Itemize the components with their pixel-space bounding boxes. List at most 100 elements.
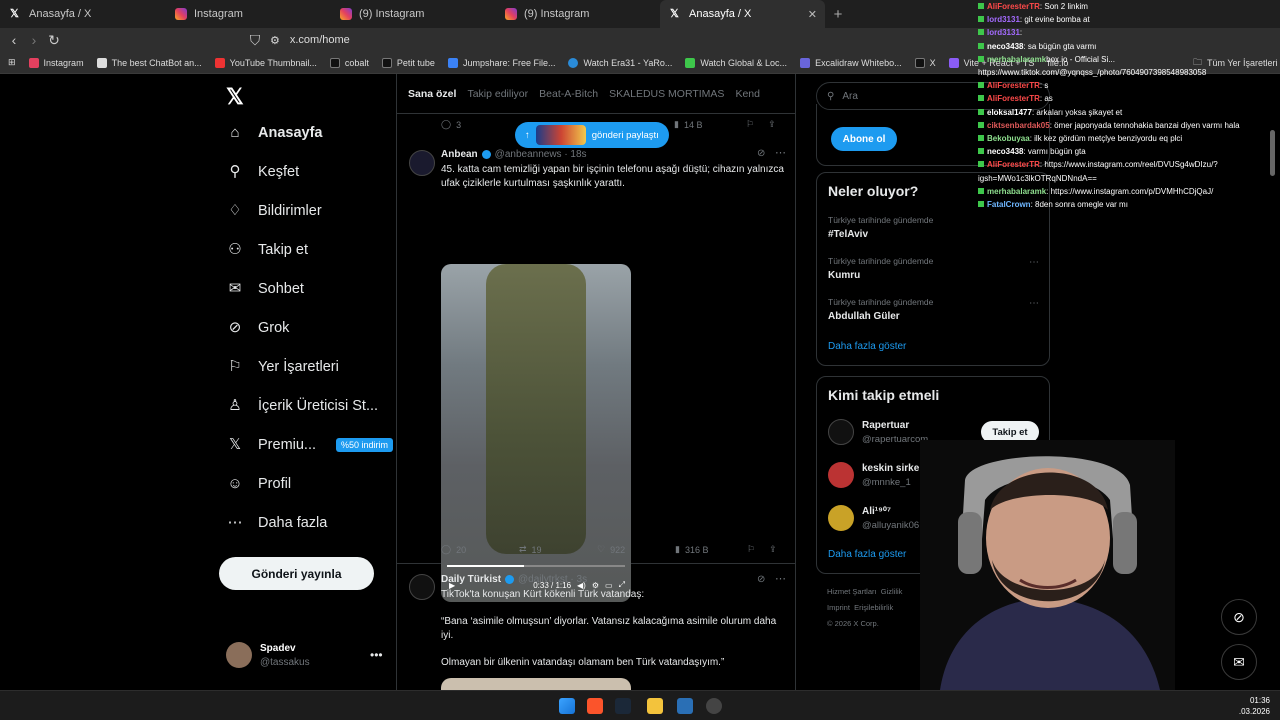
- avatar[interactable]: [409, 150, 435, 176]
- reload-icon[interactable]: ↻: [44, 32, 64, 49]
- post-button[interactable]: Gönderi yayınla: [219, 557, 374, 590]
- sidebar-item-profile[interactable]: ☺ Profil: [226, 475, 291, 493]
- new-tab-button[interactable]: +: [825, 0, 851, 28]
- badge-icon: [978, 121, 984, 128]
- close-icon[interactable]: ✕: [808, 8, 817, 21]
- show-more-link[interactable]: Daha fazla göster: [828, 341, 906, 352]
- system-clock[interactable]: 01:36.03.2026: [1239, 695, 1270, 717]
- sidebar-item-grok[interactable]: ⊘ Grok: [226, 319, 290, 337]
- follow-suggestion[interactable]: Rapertuar @rapertuarcom: [828, 419, 928, 445]
- grok-icon[interactable]: ⊘: [757, 574, 765, 585]
- sidebar-item-chat[interactable]: ✉ Sohbet: [226, 280, 304, 298]
- bookmark-page-icon[interactable]: ⛉: [245, 32, 265, 49]
- chat-message: igsh=MWo1c3lkOTRqNDNndA==: [978, 172, 1280, 185]
- subscribe-button[interactable]: Abone ol: [831, 127, 897, 151]
- bookmark-icon[interactable]: ⚐: [746, 119, 754, 130]
- sidebar-item-home[interactable]: ⌂ Anasayfa: [226, 124, 322, 142]
- bookmark-item[interactable]: Watch Era31 - YaRo...: [568, 57, 672, 68]
- bookmark-item[interactable]: X: [914, 57, 936, 68]
- footer-link[interactable]: Gizlilik: [881, 587, 903, 596]
- x-logo-icon[interactable]: 𝕏: [226, 84, 244, 110]
- views-button[interactable]: ▮ 316 B: [675, 544, 753, 555]
- app-icon[interactable]: [677, 698, 693, 714]
- follow-suggestion[interactable]: keskin sirke @mnnke_1: [828, 462, 919, 488]
- show-more-link[interactable]: Daha fazla göster: [828, 549, 906, 560]
- reply-button[interactable]: ◯ 20: [441, 544, 519, 555]
- chat-message: neco3438: varmı bügün gta: [978, 145, 1280, 158]
- tab-x-home[interactable]: 𝕏 Anasayfa / X: [0, 0, 165, 28]
- like-button[interactable]: ♡ 922: [597, 544, 675, 555]
- chat-message: merhabalaramk: https://www.instagram.com…: [978, 185, 1280, 198]
- chat-text: https://www.tiktok.com/@yqnqss_/photo/76…: [978, 68, 1207, 78]
- share-icon[interactable]: ⇪: [768, 119, 776, 130]
- reply-button[interactable]: ◯ 3: [441, 119, 519, 130]
- tweet-more-icon[interactable]: ⋯: [775, 572, 786, 585]
- share-icon[interactable]: ⇪: [769, 544, 777, 555]
- bookmark-icon[interactable]: ⚐: [747, 544, 755, 555]
- trend-more-icon[interactable]: ⋯: [1029, 298, 1039, 309]
- follow-suggestion[interactable]: Ali¹⁹⁰⁷ @alluyanik06: [828, 505, 919, 531]
- forward-icon[interactable]: ›: [24, 32, 44, 48]
- bookmark-item[interactable]: cobalt: [329, 57, 369, 68]
- sidebar-item-notifications[interactable]: ♢ Bildirimler: [226, 202, 321, 220]
- brave-browser-icon[interactable]: [587, 698, 603, 714]
- bookmark-item[interactable]: Excalidraw Whitebo...: [800, 57, 902, 68]
- bookmark-item[interactable]: YouTube Thumbnail...: [214, 57, 317, 68]
- bookmark-item[interactable]: Petit tube: [381, 57, 435, 68]
- bookmark-item[interactable]: The best ChatBot an...: [96, 57, 202, 68]
- badge-icon: [978, 148, 984, 155]
- avatar[interactable]: [409, 574, 435, 600]
- trend-more-icon[interactable]: ⋯: [1029, 257, 1039, 268]
- sidebar-item-explore[interactable]: ⚲ Keşfet: [226, 163, 300, 181]
- x-icon: 𝕏: [10, 8, 19, 20]
- tab-list-3[interactable]: Kend: [735, 88, 760, 100]
- sidebar-item-premium[interactable]: 𝕏 Premiu... %50 indirim: [226, 436, 394, 454]
- bookmark-item[interactable]: Jumpshare: Free File...: [447, 57, 555, 68]
- trend-item[interactable]: Türkiye tarihinde gündemde Abdullah Güler: [828, 297, 933, 322]
- steam-icon[interactable]: [615, 698, 631, 714]
- views-button[interactable]: ▮ 14 B: [674, 119, 752, 130]
- sidebar-item-bookmarks[interactable]: ⚐ Yer İşaretleri: [226, 358, 339, 376]
- footer-link[interactable]: Imprint: [827, 603, 850, 612]
- obs-icon[interactable]: [706, 698, 722, 714]
- tab-list-1[interactable]: Beat-A-Bitch: [539, 88, 598, 100]
- sidebar-item-creator-studio[interactable]: ♙ İçerik Üreticisi St...: [226, 397, 378, 415]
- windows-start-icon[interactable]: [559, 698, 575, 714]
- tweet-header: Anbean @anbeannews · 18s: [441, 149, 587, 160]
- tab-instagram[interactable]: Instagram: [165, 0, 330, 28]
- badge-icon: [978, 16, 984, 23]
- messages-fab-button[interactable]: ✉: [1221, 644, 1257, 680]
- account-switcher[interactable]: Spadev @tassakus: [226, 642, 310, 668]
- tab-instagram-2[interactable]: (9) Instagram: [330, 0, 495, 28]
- tab-list-2[interactable]: SKALEDUS MORTIMAS: [609, 88, 724, 100]
- tweet-more-icon[interactable]: ⋯: [775, 146, 786, 159]
- sidebar-item-more[interactable]: ⋯ Daha fazla: [226, 514, 328, 532]
- tab-following[interactable]: Takip ediliyor: [467, 88, 528, 100]
- stream-chat-overlay: AliForesterTR: Son 2 linkim lord3131: git…: [974, 0, 1280, 228]
- tweet-media[interactable]: [441, 678, 631, 690]
- site-settings-icon[interactable]: ⚙: [270, 34, 280, 47]
- apps-icon[interactable]: ⊞: [8, 57, 16, 68]
- chat-message: AliForesterTR: s: [978, 79, 1280, 92]
- trend-item[interactable]: Türkiye tarihinde gündemde Kumru: [828, 256, 933, 281]
- tab-x-home-active[interactable]: 𝕏 Anasayfa / X ✕: [660, 0, 825, 28]
- file-explorer-icon[interactable]: [647, 698, 663, 714]
- account-more-icon[interactable]: •••: [370, 648, 383, 662]
- retweet-button[interactable]: ⇄ 19: [519, 544, 597, 555]
- tweet[interactable]: Anbean @anbeannews · 18s ⊘ ⋯ 45. katta ca…: [397, 140, 795, 602]
- bookmark-item[interactable]: Watch Global & Loc...: [685, 57, 787, 68]
- bookmark-item[interactable]: Instagram: [28, 57, 84, 68]
- sidebar-item-follow[interactable]: ⚇ Takip et: [226, 241, 308, 259]
- trend-item[interactable]: Türkiye tarihinde gündemde #TelAviv: [828, 215, 933, 240]
- chat-text: : ilk kez gördüm metçlye benziyordu eq p…: [1029, 134, 1183, 144]
- grok-icon[interactable]: ⊘: [757, 148, 765, 159]
- chat-text: :: [1019, 28, 1023, 38]
- grok-fab-button[interactable]: ⊘: [1221, 599, 1257, 635]
- tab-for-you[interactable]: Sana özel: [408, 88, 456, 100]
- tweet[interactable]: Daily Türkist @dailytrkst · 3s ⊘ ⋯ TikTok…: [397, 566, 795, 690]
- footer-link[interactable]: Hizmet Şartları: [827, 587, 877, 596]
- footer-link[interactable]: Erişilebilirlik: [854, 603, 893, 612]
- back-icon[interactable]: ‹: [4, 32, 24, 48]
- tab-instagram-3[interactable]: (9) Instagram: [495, 0, 660, 28]
- url-bar[interactable]: ⚙ x.com/home: [270, 31, 970, 49]
